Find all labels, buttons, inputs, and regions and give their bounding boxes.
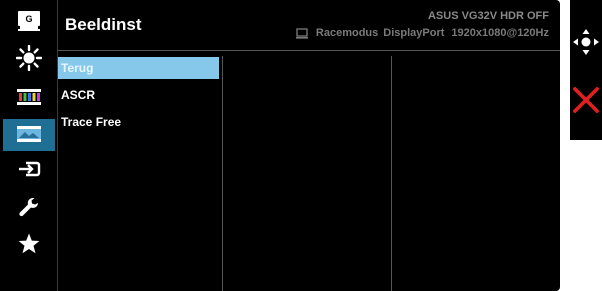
submenu-panel: Terug ASCR Trace Free (58, 52, 221, 291)
sidebar-item-gameplus[interactable]: G (4, 8, 53, 40)
menu-item-back[interactable]: Terug (58, 57, 219, 79)
joystick-icon (572, 28, 600, 61)
sidebar-item-myfavorite[interactable] (4, 231, 53, 263)
star-icon (17, 232, 41, 262)
input-select-icon (17, 159, 41, 185)
input-source-label: DisplayPort (383, 27, 445, 39)
menu-item-ascr[interactable]: ASCR (58, 84, 219, 106)
sidebar-item-color[interactable] (4, 82, 53, 114)
close-icon (572, 85, 600, 118)
svg-text:G: G (25, 14, 32, 24)
signal-status: Racemodus DisplayPort 1920x1080@120Hz (295, 27, 549, 39)
header: Beeldinst ASUS VG32V HDR OFF Racemodus D… (58, 0, 560, 51)
image-icon (17, 122, 41, 148)
main-menu-sidebar: G (0, 0, 57, 291)
column-divider-1 (222, 56, 223, 291)
monitor-icon (295, 27, 308, 39)
game-mode-label: Racemodus (315, 27, 379, 39)
sidebar-item-brightness[interactable] (4, 44, 53, 77)
joystick-button[interactable] (570, 28, 602, 60)
color-icon (16, 85, 41, 111)
brightness-icon (15, 44, 42, 77)
sidebar-item-input[interactable] (4, 156, 53, 188)
page-title: Beeldinst (65, 15, 142, 34)
sidebar-item-system-setup[interactable] (4, 194, 53, 226)
sidebar-item-image[interactable] (3, 119, 55, 151)
column-divider-2 (391, 56, 392, 291)
menu-item-trace-free[interactable]: Trace Free (58, 111, 219, 133)
gameplus-icon: G (16, 10, 42, 38)
wrench-icon (18, 196, 40, 224)
model-status: ASUS VG32V HDR OFF (427, 10, 549, 22)
navigation-panel (570, 0, 602, 140)
resolution-label: 1920x1080@120Hz (451, 27, 549, 39)
exit-button[interactable] (570, 85, 602, 118)
osd-menu: G Beeldinst ASUS VG32V HDR OFF Racemodus… (0, 0, 560, 291)
